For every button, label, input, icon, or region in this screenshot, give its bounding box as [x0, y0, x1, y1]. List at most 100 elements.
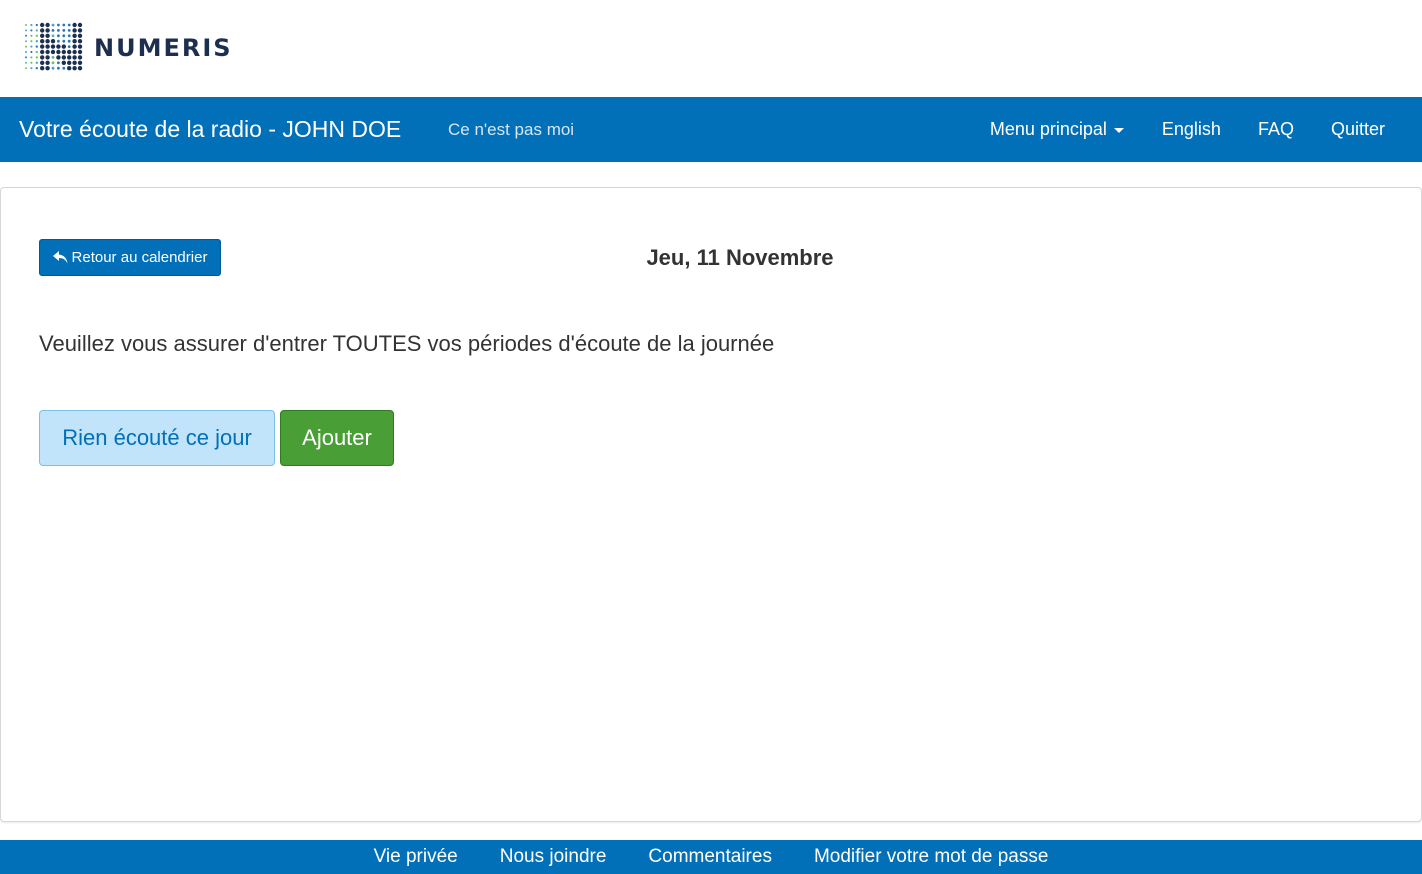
logo-dot [40, 28, 45, 33]
footer-link-privacy[interactable]: Vie privée [374, 840, 458, 874]
logo-dot [57, 23, 60, 27]
logo-dot [35, 40, 38, 43]
logo-dot [62, 66, 66, 70]
add-button[interactable]: Ajouter [280, 410, 394, 466]
logo-dot [45, 55, 50, 60]
logo-dot [30, 45, 33, 48]
logo-dot [77, 33, 83, 38]
logo-dot [45, 66, 50, 71]
logo-dot [72, 22, 77, 28]
logo-dot [67, 55, 72, 60]
numeris-logo[interactable]: NUMERIS [22, 22, 233, 74]
logo-dot [45, 60, 50, 65]
logo-dot [35, 56, 38, 59]
logo-dot [57, 61, 60, 65]
logo-dot [67, 60, 72, 65]
logo-dot [62, 29, 66, 32]
logo-dot [30, 29, 33, 32]
logo-dot [25, 56, 27, 59]
logo-dot [35, 45, 38, 48]
logo-dot [30, 23, 33, 27]
logo-dot [51, 55, 55, 59]
logo-text: NUMERIS [94, 34, 233, 62]
logo-dot [61, 55, 66, 60]
logo-dot [25, 29, 27, 32]
logo-dot [72, 44, 77, 49]
logo-dot [40, 22, 45, 28]
logo-dot [72, 55, 77, 60]
logo-dot [25, 40, 27, 43]
logo-dot [67, 29, 71, 32]
logo-dot [40, 33, 45, 38]
logo-dot [72, 28, 77, 33]
logo-dot [51, 66, 55, 70]
logo-dot [35, 61, 38, 64]
logo-dot [45, 22, 50, 28]
logo-dot [45, 44, 50, 49]
logo-dot [77, 60, 83, 65]
logo-dot [25, 67, 27, 70]
footer-link-contact[interactable]: Nous joindre [500, 840, 607, 874]
logo-dot [77, 55, 83, 60]
main-menu-dropdown[interactable]: Menu principal [990, 97, 1124, 162]
logo-dot [67, 49, 72, 55]
logo-dot [45, 33, 50, 38]
logo-dot [77, 28, 83, 33]
logo-dot [40, 66, 45, 71]
logo-dot [35, 29, 38, 32]
logo-dot [50, 49, 56, 55]
faq-link[interactable]: FAQ [1258, 97, 1294, 162]
logo-dot [67, 39, 71, 43]
not-me-link[interactable]: Ce n'est pas moi [448, 97, 574, 162]
logo-dot [40, 55, 45, 60]
logo-dot [61, 44, 66, 49]
logo-dot [72, 66, 77, 71]
english-link[interactable]: English [1162, 97, 1221, 162]
logo-dot [30, 40, 33, 43]
logo-dot [56, 55, 61, 60]
logo-dot [30, 67, 33, 70]
logo-dot [77, 44, 83, 49]
back-button-label: Retour au calendrier [71, 249, 208, 266]
content-panel [0, 187, 1422, 822]
back-to-calendar-button[interactable]: Retour au calendrier [39, 239, 221, 276]
logo-dot [51, 61, 55, 65]
logo-dot [35, 67, 38, 70]
logo-dot [25, 45, 27, 48]
footer: Vie privée Nous joindre Commentaires Mod… [0, 840, 1422, 874]
logo-dot [57, 34, 60, 38]
logo-dot [35, 50, 38, 54]
logo-dot [40, 49, 45, 55]
logo-dot [25, 51, 27, 53]
nothing-listened-button[interactable]: Rien écouté ce jour [39, 410, 275, 466]
footer-link-comments[interactable]: Commentaires [648, 840, 772, 874]
logo-dot [25, 24, 27, 26]
logo-dot [56, 49, 61, 55]
logo-dot [72, 49, 77, 55]
day-title: Jeu, 11 Novembre [646, 245, 834, 270]
logo-dot [35, 34, 38, 37]
logo-dot [62, 23, 66, 27]
logo-dot [40, 44, 45, 49]
logo-dot [25, 61, 27, 64]
logo-dot [45, 49, 50, 55]
footer-link-change-password[interactable]: Modifier votre mot de passe [814, 840, 1048, 874]
page-title: Votre écoute de la radio - JOHN DOE [19, 116, 402, 142]
logo-dot [45, 28, 50, 33]
logo-dot [67, 23, 71, 27]
logo-dot [56, 44, 61, 49]
logo-dot [30, 56, 33, 59]
main-menu-label: Menu principal [989, 119, 1107, 139]
logo-dot [57, 66, 60, 70]
logo-dot [77, 49, 83, 55]
logo-dot [67, 66, 72, 71]
logo-dot [50, 39, 56, 44]
logo-dot [30, 34, 33, 37]
logo-dot [51, 28, 55, 32]
logo-bar: NUMERIS [0, 0, 1422, 97]
logo-dot [72, 33, 77, 38]
logo-dot [51, 23, 55, 27]
logo-dot [62, 34, 66, 38]
quit-link[interactable]: Quitter [1331, 97, 1385, 162]
logo-dot [62, 39, 66, 43]
